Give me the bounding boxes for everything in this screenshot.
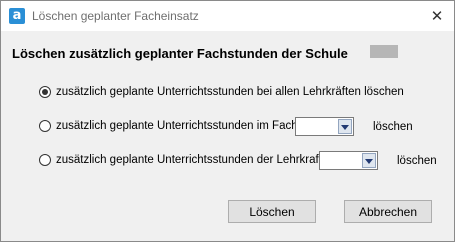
app-logo-icon: a (9, 8, 25, 24)
radio-all-teachers[interactable] (39, 86, 51, 98)
dialog-heading: Löschen zusätzlich geplanter Fachstunden… (12, 46, 348, 61)
window-title: Löschen geplanter Facheinsatz (32, 9, 199, 23)
dialog-window: a Löschen geplanter Facheinsatz ✕ Lösche… (0, 0, 455, 242)
option-all-teachers-label: zusätzlich geplante Unterrichtsstunden b… (56, 86, 404, 98)
radio-subject[interactable] (39, 120, 51, 132)
chevron-down-icon[interactable] (338, 119, 352, 134)
teacher-select[interactable] (319, 151, 378, 170)
teacher-delete-suffix: löschen (397, 155, 437, 167)
redacted-school-name (370, 45, 398, 58)
close-button[interactable]: ✕ (420, 1, 454, 31)
cancel-button[interactable]: Abbrechen (344, 200, 432, 223)
chevron-down-icon[interactable] (362, 153, 376, 168)
close-icon: ✕ (430, 7, 444, 25)
option-teacher-label: zusätzlich geplante Unterrichtsstunden d… (56, 154, 322, 166)
option-subject-label: zusätzlich geplante Unterrichtsstunden i… (56, 120, 298, 132)
subject-select[interactable] (295, 117, 354, 136)
delete-button[interactable]: Löschen (228, 200, 316, 223)
option-teacher[interactable]: zusätzlich geplante Unterrichtsstunden d… (39, 154, 322, 166)
title-bar[interactable]: a Löschen geplanter Facheinsatz ✕ (1, 1, 454, 31)
option-all-teachers[interactable]: zusätzlich geplante Unterrichtsstunden b… (39, 86, 404, 98)
subject-delete-suffix: löschen (373, 121, 413, 133)
app-logo-letter: a (12, 8, 22, 23)
option-subject[interactable]: zusätzlich geplante Unterrichtsstunden i… (39, 120, 298, 132)
radio-teacher[interactable] (39, 154, 51, 166)
